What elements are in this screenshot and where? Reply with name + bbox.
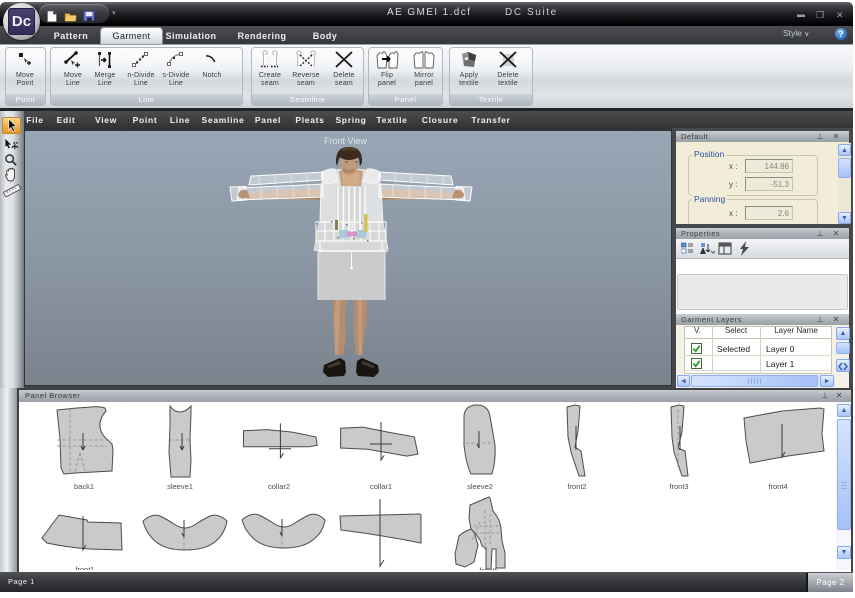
svg-text:sleeve1: sleeve1 — [167, 482, 193, 491]
svg-text:front1: front1 — [75, 565, 94, 570]
svg-text:front3: front3 — [669, 482, 688, 491]
svg-text:collar1: collar1 — [370, 482, 392, 491]
svg-text:front2: front2 — [567, 482, 586, 491]
svg-text:front4: front4 — [768, 482, 787, 491]
svg-text:Front View: Front View — [324, 136, 367, 146]
svg-text:collar2: collar2 — [268, 482, 290, 491]
svg-text:front5: front5 — [479, 566, 498, 570]
svg-text:back1: back1 — [74, 482, 94, 491]
svg-text:sleeve2: sleeve2 — [467, 482, 493, 491]
